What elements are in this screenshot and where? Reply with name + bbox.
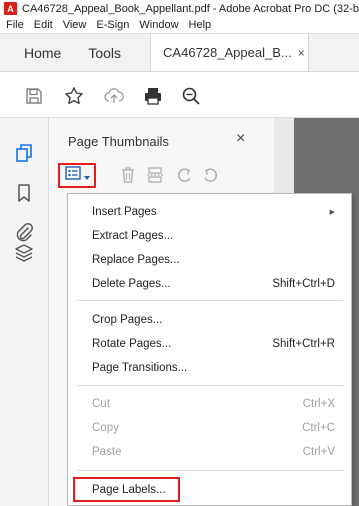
zoom-icon[interactable]	[180, 85, 202, 107]
submenu-arrow-icon: ▶	[329, 209, 335, 216]
menu-help[interactable]: Help	[184, 19, 217, 31]
menu-item-label: Extract Pages...	[92, 230, 174, 242]
upload-icon[interactable]	[103, 85, 125, 107]
tab-document[interactable]: CA46728_Appeal_B... ×	[150, 34, 310, 71]
attachment-icon[interactable]	[13, 221, 35, 243]
rotate-right-icon[interactable]	[200, 165, 220, 185]
bookmark-icon[interactable]	[13, 182, 35, 204]
menu-item-rotate-pages[interactable]: Rotate Pages... Shift+Ctrl+R	[68, 332, 351, 356]
bookmark-star-icon[interactable]	[63, 85, 85, 107]
main-toolbar	[0, 72, 359, 118]
menu-item-label: Rotate Pages...	[92, 338, 172, 350]
window-title: CA46728_Appeal_Book_Appellant.pdf - Adob…	[22, 2, 359, 15]
menu-item-label: Replace Pages...	[92, 254, 180, 266]
menu-item-label: Copy	[92, 422, 119, 434]
options-menu-icon	[64, 166, 81, 185]
menu-item-insert-pages[interactable]: Insert Pages ▶	[68, 200, 351, 224]
menu-item-label: Cut	[92, 398, 110, 410]
menu-item-copy[interactable]: Copy Ctrl+C	[68, 416, 351, 440]
save-icon[interactable]	[23, 85, 45, 107]
menu-view[interactable]: View	[58, 19, 92, 31]
delete-icon[interactable]	[118, 165, 138, 185]
menu-item-shortcut: Shift+Ctrl+D	[272, 278, 335, 290]
menu-item-label: Crop Pages...	[92, 314, 163, 326]
panel-close-icon[interactable]: ×	[236, 130, 252, 147]
menu-separator	[76, 385, 343, 386]
menu-file[interactable]: File	[0, 19, 29, 31]
page-thumbnails-icon[interactable]	[13, 142, 35, 164]
menu-item-cut[interactable]: Cut Ctrl+X	[68, 392, 351, 416]
tab-document-label: CA46728_Appeal_B...	[163, 45, 292, 60]
chevron-down-icon	[83, 167, 90, 185]
menu-item-label: Paste	[92, 446, 122, 458]
tab-home[interactable]: Home	[0, 34, 78, 71]
print-icon[interactable]	[142, 85, 164, 107]
menu-item-crop-pages[interactable]: Crop Pages...	[68, 308, 351, 332]
menu-item-label: Insert Pages	[92, 206, 157, 218]
menu-item-replace-pages[interactable]: Replace Pages...	[68, 248, 351, 272]
menu-item-extract-pages[interactable]: Extract Pages...	[68, 224, 351, 248]
menu-item-paste[interactable]: Paste Ctrl+V	[68, 440, 351, 464]
tab-bar: Home Tools CA46728_Appeal_B... ×	[0, 34, 359, 72]
left-navigation-rail	[0, 118, 49, 506]
tab-tools[interactable]: Tools	[78, 34, 150, 71]
menu-item-shortcut: Ctrl+V	[302, 446, 335, 458]
panel-title: Page Thumbnails	[68, 134, 169, 149]
thumbnail-options-menu: Insert Pages ▶ Extract Pages... Replace …	[67, 193, 352, 506]
menu-item-page-transitions[interactable]: Page Transitions...	[68, 356, 351, 380]
rotate-left-icon[interactable]	[175, 165, 195, 185]
menu-item-delete-pages[interactable]: Delete Pages... Shift+Ctrl+D	[68, 272, 351, 296]
menu-item-shortcut: Ctrl+X	[302, 398, 335, 410]
acrobat-app-icon: A	[4, 2, 17, 15]
menu-item-label: Page Transitions...	[92, 362, 188, 374]
highlight-annotation	[73, 477, 180, 502]
menu-item-shortcut: Ctrl+C	[302, 422, 335, 434]
menu-edit[interactable]: Edit	[29, 19, 58, 31]
menu-bar: File Edit View E-Sign Window Help	[0, 17, 359, 34]
menu-separator	[76, 470, 343, 471]
menu-item-label: Delete Pages...	[92, 278, 171, 290]
options-menu-button[interactable]	[58, 163, 96, 188]
menu-separator	[76, 300, 343, 301]
title-bar: A CA46728_Appeal_Book_Appellant.pdf - Ad…	[0, 0, 359, 17]
menu-esign[interactable]: E-Sign	[91, 19, 134, 31]
insert-page-icon[interactable]	[145, 165, 165, 185]
tab-close-icon[interactable]: ×	[298, 46, 305, 60]
layers-icon[interactable]	[13, 242, 35, 264]
menu-window[interactable]: Window	[134, 19, 183, 31]
menu-item-shortcut: Shift+Ctrl+R	[272, 338, 335, 350]
